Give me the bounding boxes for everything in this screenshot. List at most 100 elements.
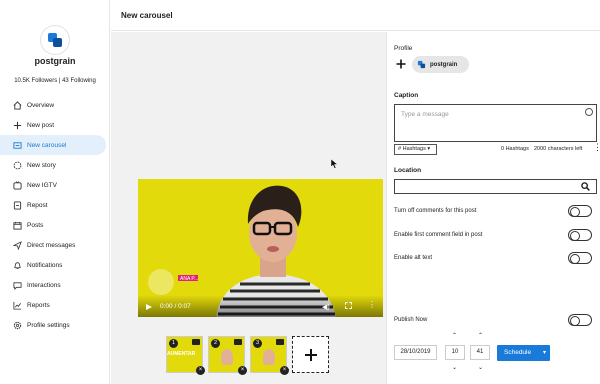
alt-text-toggle[interactable] xyxy=(568,252,592,264)
postgrain-logo-icon xyxy=(48,33,62,47)
sidebar-item-label: Direct messages xyxy=(27,241,76,249)
profile-chip[interactable]: postgrain xyxy=(412,56,469,73)
sidebar-item-direct-messages[interactable]: Direct messages xyxy=(0,235,106,255)
repost-icon xyxy=(13,200,22,210)
sidebar-item-notifications[interactable]: Notifications xyxy=(0,255,106,275)
chevron-down-icon[interactable]: ▾ xyxy=(543,345,546,361)
video-controls: 0:00 / 0:07 ◀) ⋮ xyxy=(138,295,383,317)
hashtag-count: 0 Hashtags xyxy=(501,146,529,152)
add-profile-icon[interactable] xyxy=(396,59,406,69)
play-icon[interactable] xyxy=(146,304,152,310)
more-options-icon[interactable]: ⋮ xyxy=(368,301,376,309)
thumb-person-image xyxy=(263,349,275,365)
caption-options-icon[interactable]: ⋮ xyxy=(593,143,600,152)
minute-input[interactable]: 41 xyxy=(470,345,490,360)
brand-logo[interactable] xyxy=(40,25,70,55)
sidebar-item-new-post[interactable]: New post xyxy=(0,115,106,135)
sidebar-item-reports[interactable]: Reports xyxy=(0,295,106,315)
watermark-badge xyxy=(148,269,174,295)
video-camera-icon xyxy=(192,339,200,345)
send-icon xyxy=(13,240,22,250)
sidebar-item-label: New story xyxy=(27,161,56,169)
thumbnail-3[interactable]: 3 × xyxy=(250,336,289,375)
bell-icon xyxy=(13,261,22,270)
plus-icon xyxy=(13,121,22,130)
sidebar-item-repost[interactable]: Repost xyxy=(0,195,106,215)
profile-chip-label: postgrain xyxy=(430,61,458,68)
sidebar-item-label: Profile settings xyxy=(27,321,70,329)
thumbnail-1[interactable]: 1 AUMENTAR × xyxy=(166,336,205,375)
video-time: 0:00 / 0:07 xyxy=(160,303,191,310)
search-icon[interactable] xyxy=(581,182,590,191)
remove-thumb-icon[interactable]: × xyxy=(280,366,289,375)
chevron-down-icon: ▾ xyxy=(427,146,431,152)
video-camera-icon xyxy=(234,339,242,345)
thumb-number: 3 xyxy=(253,339,262,348)
option-alt-text: Enable alt text xyxy=(394,255,433,261)
option-first-comment: Enable first comment field in post xyxy=(394,232,483,238)
sidebar-item-label: Notifications xyxy=(27,261,63,269)
schedule-button[interactable]: Schedule ▾ xyxy=(497,345,550,361)
cursor-icon xyxy=(331,159,338,169)
sidebar-item-label: Repost xyxy=(27,201,48,209)
thumb-number: 2 xyxy=(211,339,220,348)
location-label: Location xyxy=(394,167,422,174)
hashtags-dropdown[interactable]: # Hashtags ▾ xyxy=(394,144,437,155)
sidebar-item-new-igtv[interactable]: New IGTV xyxy=(0,175,106,195)
sidebar-item-new-story[interactable]: New story xyxy=(0,155,106,175)
add-media-button[interactable] xyxy=(292,336,329,373)
sidebar-item-posts[interactable]: Posts xyxy=(0,215,106,235)
sidebar-nav: Overview New post New carousel New story xyxy=(0,95,110,335)
thumbnail-2[interactable]: 2 × xyxy=(208,336,247,375)
location-input[interactable] xyxy=(394,179,597,194)
caption-placeholder: Type a message xyxy=(401,111,449,118)
schedule-label: Schedule xyxy=(504,349,532,356)
chars-left: 2000 characters left xyxy=(534,146,583,152)
settings-panel: Profile postgrain Caption Type a message… xyxy=(386,32,600,384)
carousel-icon xyxy=(13,141,22,150)
minute-down-icon[interactable]: ⌄ xyxy=(478,364,483,371)
hour-down-icon[interactable]: ⌄ xyxy=(452,364,457,371)
postgrain-logo-icon xyxy=(417,60,426,69)
hour-up-icon[interactable]: ⌃ xyxy=(452,332,457,339)
sidebar-item-label: New carousel xyxy=(27,141,67,149)
profile-label: Profile xyxy=(394,45,413,52)
brand-name: postgrain xyxy=(34,56,76,66)
remove-thumb-icon[interactable]: × xyxy=(196,366,205,375)
thumb-caption: AUMENTAR xyxy=(167,351,196,357)
chart-icon xyxy=(13,301,22,310)
remove-thumb-icon[interactable]: × xyxy=(238,366,247,375)
calendar-icon xyxy=(13,221,22,230)
sidebar-item-interactions[interactable]: Interactions xyxy=(0,275,106,295)
sidebar-item-label: New IGTV xyxy=(27,181,57,189)
turn-off-comments-toggle[interactable] xyxy=(568,205,592,217)
sidebar-item-label: Posts xyxy=(27,221,44,229)
first-comment-toggle[interactable] xyxy=(568,229,592,241)
emoji-icon[interactable] xyxy=(585,108,593,116)
plus-icon xyxy=(304,348,317,361)
follower-stats: 10.5K Followers | 43 Following xyxy=(14,78,96,84)
thumb-number: 1 xyxy=(169,339,178,348)
hour-input[interactable]: 10 xyxy=(445,345,465,360)
minute-up-icon[interactable]: ⌃ xyxy=(478,332,483,339)
story-icon xyxy=(13,161,22,170)
thumb-person-image xyxy=(221,349,233,365)
home-icon xyxy=(13,100,22,110)
top-bar: New carousel xyxy=(111,0,600,31)
fullscreen-icon[interactable] xyxy=(345,302,352,309)
overlay-caption: ANA P... xyxy=(180,276,199,282)
volume-icon[interactable]: ◀) xyxy=(322,303,330,311)
sidebar-item-profile-settings[interactable]: Profile settings xyxy=(0,315,106,335)
sidebar-item-overview[interactable]: Overview xyxy=(0,95,106,115)
chat-icon xyxy=(13,281,22,290)
caption-textarea[interactable]: Type a message xyxy=(394,104,597,142)
gear-icon xyxy=(13,321,22,330)
preview-canvas: ANA P... 0:00 / 0:07 ◀) ⋮ 1 AUMENTAR × 2… xyxy=(111,32,386,384)
publish-now-label: Publish Now xyxy=(394,317,428,323)
sidebar-item-label: Overview xyxy=(27,101,55,109)
sidebar-item-new-carousel[interactable]: New carousel xyxy=(0,135,106,155)
caption-label: Caption xyxy=(394,92,419,99)
video-player[interactable]: ANA P... 0:00 / 0:07 ◀) ⋮ xyxy=(138,179,383,317)
date-input[interactable]: 28/10/2019 xyxy=(394,345,437,360)
publish-now-toggle[interactable] xyxy=(568,314,592,326)
